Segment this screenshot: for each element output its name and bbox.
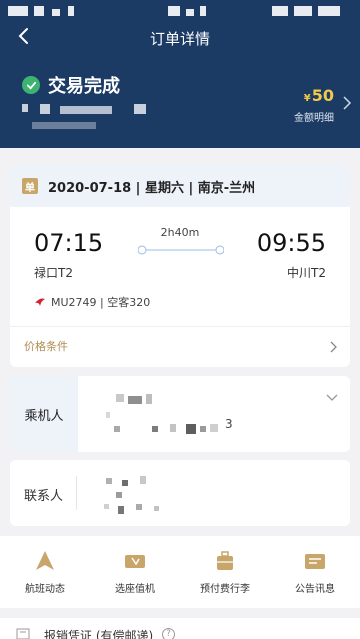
masked-passenger — [106, 412, 110, 418]
chevron-down-icon[interactable] — [326, 394, 338, 402]
notice-icon — [305, 553, 325, 569]
luggage-icon — [217, 550, 233, 570]
masked-info — [60, 106, 112, 114]
chevron-right-icon — [330, 341, 337, 353]
flight-date-strip: 单 2020-07-18 | 星期六 | 南京-兰州 — [10, 165, 350, 207]
masked-info — [32, 122, 96, 129]
action-seat-checkin[interactable]: 选座值机 — [90, 536, 180, 608]
action-notices[interactable]: 公告讯息 — [270, 536, 360, 608]
masked-passenger — [186, 424, 196, 434]
flight-date-route: 2020-07-18 | 星期六 | 南京-兰州 — [48, 180, 256, 196]
status-bar — [0, 0, 360, 20]
action-flight-status[interactable]: 航班动态 — [0, 536, 90, 608]
masked-contact — [140, 476, 146, 484]
reimbursement-label: 报销凭证 (有偿邮递) — [44, 629, 154, 639]
masked-passenger — [146, 394, 152, 404]
flight-status-icon — [36, 550, 54, 570]
price-conditions-label: 价格条件 — [24, 339, 68, 353]
masked-info — [134, 104, 146, 114]
flight-card: 单 2020-07-18 | 星期六 | 南京-兰州 07:15 09:55 2… — [10, 165, 350, 367]
order-status: 交易完成 — [22, 72, 120, 98]
ticket-icon: 单 — [22, 178, 38, 194]
check-circle-icon — [22, 76, 40, 94]
price-conditions-row[interactable]: 价格条件 — [10, 326, 350, 364]
quick-actions: 航班动态 选座值机 预付费行李 公告讯息 — [0, 536, 360, 608]
order-header: 订单详情 交易完成 ¥50 金额明细 — [0, 0, 360, 148]
amount-detail[interactable]: ¥50 金额明细 — [294, 86, 334, 124]
seat-checkin-icon — [125, 554, 145, 568]
masked-passenger — [128, 396, 142, 404]
passenger-label: 乘机人 — [10, 376, 78, 452]
amount-detail-label: 金额明细 — [294, 113, 334, 124]
order-amount: ¥50 — [303, 86, 334, 105]
passenger-card[interactable]: 乘机人 3 — [10, 376, 350, 452]
masked-info — [40, 104, 50, 114]
china-eastern-logo-icon — [35, 298, 45, 306]
masked-contact — [116, 492, 122, 498]
divider — [76, 476, 77, 510]
masked-passenger — [114, 426, 120, 432]
action-prepaid-luggage[interactable]: 预付费行李 — [180, 536, 270, 608]
masked-passenger — [152, 426, 158, 432]
departure-airport: 禄口T2 — [34, 266, 73, 280]
masked-passenger — [116, 394, 124, 402]
contact-card: 联系人 — [10, 460, 350, 526]
masked-contact — [122, 480, 128, 486]
page-title: 订单详情 — [149, 30, 210, 48]
masked-contact — [118, 506, 124, 514]
masked-passenger — [200, 426, 206, 432]
receipt-icon — [16, 628, 30, 639]
flight-number: MU2749 | 空客320 — [51, 296, 151, 309]
flight-number-row: MU2749 | 空客320 — [34, 294, 150, 310]
masked-contact — [106, 478, 112, 484]
masked-contact — [136, 504, 142, 510]
passenger-id-fragment: 3 — [225, 417, 233, 431]
arrival-airport: 中川T2 — [287, 266, 326, 280]
masked-info — [22, 104, 28, 112]
masked-contact — [154, 506, 159, 511]
route-line-icon — [138, 245, 224, 255]
help-icon[interactable]: ? — [162, 628, 175, 639]
flight-duration: 2h40m — [160, 226, 200, 239]
status-text: 交易完成 — [48, 76, 120, 97]
contact-label: 联系人 — [24, 489, 64, 504]
chevron-right-icon[interactable] — [342, 95, 352, 110]
masked-passenger — [170, 424, 176, 432]
reimbursement-row[interactable]: 报销凭证 (有偿邮递) ? — [0, 618, 360, 639]
masked-passenger — [210, 424, 218, 432]
masked-contact — [104, 504, 109, 509]
